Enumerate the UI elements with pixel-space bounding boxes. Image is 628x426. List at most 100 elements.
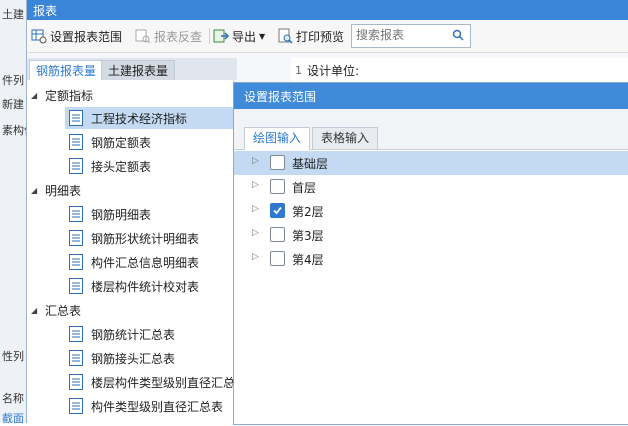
tree-item-label: 楼层构件统计校对表 [91, 279, 200, 294]
dialog-title: 设置报表范围 [244, 90, 317, 104]
report-preview: 1 设计单位: [291, 58, 628, 82]
report-doc-icon [69, 398, 83, 414]
floor-row-first[interactable]: ▷ 首层 [234, 175, 628, 199]
floor-row-foundation[interactable]: ▷ 基础层 [234, 151, 628, 175]
tree-group-label: 定额指标 [45, 88, 94, 103]
report-doc-icon [69, 254, 83, 270]
report-check-label: 报表反查 [154, 29, 203, 44]
report-tree: ◢ 定额指标 工程技术经济指标 钢筋定额表 接头定额表 ◢ 明细表 钢筋明细表 … [27, 80, 234, 423]
tree-item-label: 构件类型级别直径汇总表 [91, 399, 224, 414]
floor-label: 第3层 [292, 229, 324, 243]
report-doc-icon [69, 206, 83, 222]
toolbar-divider [209, 28, 210, 44]
floor-row-3[interactable]: ▷ 第3层 [234, 223, 628, 247]
tree-group-quota[interactable]: ◢ 定额指标 [31, 84, 93, 106]
search-icon[interactable] [452, 28, 464, 42]
search-input[interactable] [352, 25, 448, 45]
floor-label: 基础层 [292, 157, 329, 171]
tree-item-joint-quota[interactable]: 接头定额表 [69, 155, 151, 177]
tree-item-label: 钢筋形状统计明细表 [91, 231, 200, 246]
background-app-text: 素构件 [2, 124, 28, 137]
preview-row-number: 1 [295, 64, 302, 77]
export-icon [213, 29, 229, 43]
background-app-title: 土建 [2, 8, 24, 21]
report-check-button[interactable]: 报表反查 [135, 26, 202, 46]
tree-group-label: 明细表 [45, 183, 82, 198]
floor-label: 首层 [292, 181, 317, 195]
tab-civil-report[interactable]: 土建报表量 [101, 60, 176, 81]
table-range-icon [31, 29, 47, 44]
dialog-tabs: 绘图输入 表格输入 [234, 109, 628, 150]
tree-group-summary[interactable]: ◢ 汇总表 [31, 299, 81, 321]
background-app-text: 件列 [2, 74, 24, 87]
tree-group-label: 汇总表 [45, 303, 82, 318]
export-button[interactable]: 导出 ▼ [213, 26, 265, 46]
report-doc-icon [69, 134, 83, 150]
set-report-range-dialog: 设置报表范围 绘图输入 表格输入 ▷ 基础层 ▷ 首层 ▷ 第2层 ▷ 第3层 [233, 82, 628, 425]
expand-icon[interactable]: ▷ [252, 204, 259, 214]
report-doc-icon [69, 374, 83, 390]
chevron-down-icon: ▼ [259, 31, 266, 41]
report-doc-icon [69, 278, 83, 294]
report-doc-icon [69, 110, 83, 126]
tree-item-label: 接头定额表 [91, 159, 152, 174]
report-doc-icon [69, 350, 83, 366]
checkmark-icon [273, 206, 282, 215]
tree-item-floor-component-check[interactable]: 楼层构件统计校对表 [69, 275, 199, 297]
report-window: 报表 设置报表范围 报表反查 导出 ▼ 打印预览 钢筋报表量 土建报表量 [26, 0, 628, 425]
search-box [351, 24, 471, 48]
report-type-tabs: 钢筋报表量 土建报表量 [27, 58, 237, 81]
floor-checkbox[interactable] [270, 155, 285, 170]
print-preview-button[interactable]: 打印预览 [277, 26, 344, 46]
tree-item-rebar-detail[interactable]: 钢筋明细表 [69, 203, 151, 225]
tree-item-label: 钢筋明细表 [91, 207, 152, 222]
tree-item-type-grade-diameter[interactable]: 构件类型级别直径汇总表 [69, 395, 223, 417]
floor-row-4[interactable]: ▷ 第4层 [234, 247, 628, 271]
expand-icon[interactable]: ▷ [252, 180, 259, 190]
floor-label: 第2层 [292, 205, 324, 219]
export-label: 导出 [232, 29, 257, 44]
tree-item-label: 钢筋统计汇总表 [91, 327, 176, 342]
tree-group-detail[interactable]: ◢ 明细表 [31, 179, 81, 201]
tree-item-rebar-quota[interactable]: 钢筋定额表 [69, 131, 151, 153]
report-doc-icon [69, 158, 83, 174]
tree-item-rebar-shape-detail[interactable]: 钢筋形状统计明细表 [69, 227, 199, 249]
tab-rebar-report[interactable]: 钢筋报表量 [29, 60, 104, 81]
tree-item-component-summary-detail[interactable]: 构件汇总信息明细表 [69, 251, 199, 273]
floor-checkbox[interactable] [270, 251, 285, 266]
tree-item-label: 构件汇总信息明细表 [91, 255, 200, 270]
toolbar: 设置报表范围 报表反查 导出 ▼ 打印预览 [27, 20, 628, 53]
tree-item-tech-econ-index[interactable]: 工程技术经济指标 [65, 107, 233, 129]
background-app-text[interactable]: 截面 [2, 410, 28, 426]
dialog-titlebar[interactable]: 设置报表范围 [234, 83, 628, 109]
expand-icon[interactable]: ▷ [252, 252, 259, 262]
background-app-text: 名称 [2, 392, 24, 405]
floor-row-2[interactable]: ▷ 第2层 [234, 199, 628, 223]
print-preview-label: 打印预览 [296, 29, 345, 44]
collapse-icon[interactable]: ◢ [31, 186, 45, 195]
print-preview-icon [278, 28, 293, 44]
tree-item-label: 工程技术经济指标 [91, 111, 188, 126]
set-report-range-label: 设置报表范围 [50, 29, 123, 44]
expand-icon[interactable]: ▷ [252, 228, 259, 238]
window-titlebar: 报表 [27, 0, 628, 20]
tree-item-label: 钢筋接头汇总表 [91, 351, 176, 366]
floor-checkbox[interactable] [270, 179, 285, 194]
report-doc-icon [69, 326, 83, 342]
floor-checkbox-checked[interactable] [270, 203, 285, 218]
floor-checkbox[interactable] [270, 227, 285, 242]
tree-item-rebar-joint-summary[interactable]: 钢筋接头汇总表 [69, 347, 175, 369]
tree-item-label: 楼层构件类型级别直径汇总 [91, 375, 234, 390]
floor-label: 第4层 [292, 253, 324, 267]
tree-item-rebar-summary[interactable]: 钢筋统计汇总表 [69, 323, 175, 345]
collapse-icon[interactable]: ◢ [31, 306, 45, 315]
tab-drawing-input[interactable]: 绘图输入 [244, 127, 311, 150]
tree-item-label: 钢筋定额表 [91, 135, 152, 150]
report-search-icon [135, 29, 151, 44]
tab-table-input[interactable]: 表格输入 [312, 127, 379, 149]
expand-icon[interactable]: ▷ [252, 156, 259, 166]
background-app-text[interactable]: 新建 [2, 96, 28, 112]
tree-item-floor-type-grade-diameter[interactable]: 楼层构件类型级别直径汇总 [69, 371, 234, 393]
collapse-icon[interactable]: ◢ [31, 91, 45, 100]
set-report-range-button[interactable]: 设置报表范围 [31, 26, 122, 46]
